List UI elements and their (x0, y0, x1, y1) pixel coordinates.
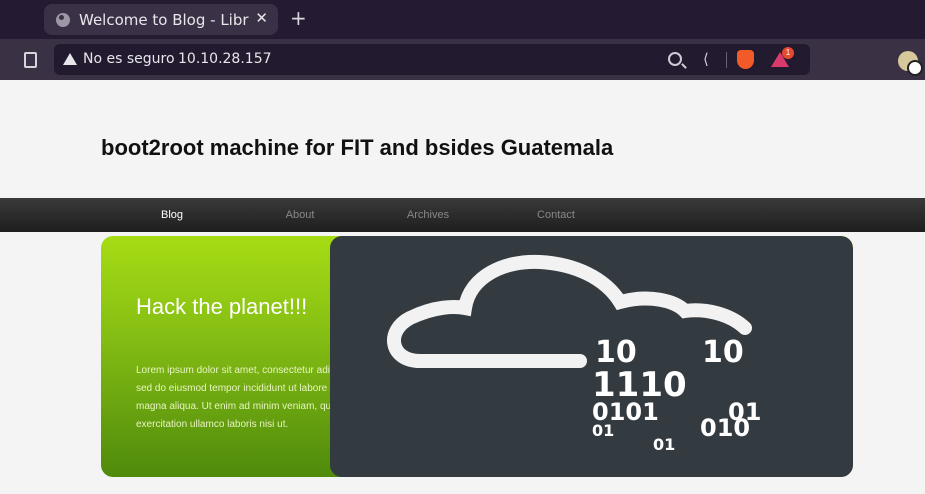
security-label[interactable]: No es seguro (83, 51, 175, 67)
binary-text: 01 (653, 435, 675, 454)
brave-shields-icon[interactable] (737, 50, 754, 69)
close-tab-icon[interactable]: ✕ (255, 9, 268, 27)
nav-contact[interactable]: Contact (516, 209, 596, 221)
nav-archives[interactable]: Archives (388, 209, 468, 221)
globe-icon (56, 12, 70, 27)
nav-blog[interactable]: Blog (132, 209, 212, 221)
hero-banner: Hack the planet!!! Lorem ipsum dolor sit… (101, 236, 853, 477)
bookmark-icon[interactable] (24, 52, 37, 68)
binary-text: 010 (700, 414, 750, 442)
rewards-badge: 1 (782, 47, 794, 59)
extension-icon[interactable] (898, 51, 923, 76)
address-bar[interactable]: No es seguro 10.10.28.157 ⟨ 1 (54, 44, 810, 75)
binary-text: 01 (592, 421, 614, 440)
tab-strip: Welcome to Blog - Library Machine ✕ + (0, 0, 925, 39)
browser-tab[interactable]: Welcome to Blog - Library Machine ✕ (44, 4, 278, 35)
binary-text: 10 (702, 335, 744, 370)
browser-toolbar: No es seguro 10.10.28.157 ⟨ 1 (0, 39, 925, 80)
zoom-icon[interactable] (668, 52, 682, 66)
divider (726, 52, 727, 68)
web-page: boot2root machine for FIT and bsides Gua… (0, 80, 925, 494)
nav-about[interactable]: About (260, 209, 340, 221)
warning-icon (63, 53, 77, 65)
hero-heading: Hack the planet!!! (136, 294, 308, 319)
cloud-icon: 10 10 1110 0101 01 01 010 01 (387, 254, 761, 454)
cloud-data-image: 10 10 1110 0101 01 01 010 01 (330, 236, 853, 477)
share-icon[interactable]: ⟨ (703, 50, 709, 68)
new-tab-button[interactable]: + (290, 6, 307, 30)
site-title: boot2root machine for FIT and bsides Gua… (101, 135, 614, 160)
site-nav: Blog About Archives Contact (0, 198, 925, 232)
url-text[interactable]: 10.10.28.157 (178, 51, 272, 67)
tab-title: Welcome to Blog - Library Machine (79, 10, 249, 29)
